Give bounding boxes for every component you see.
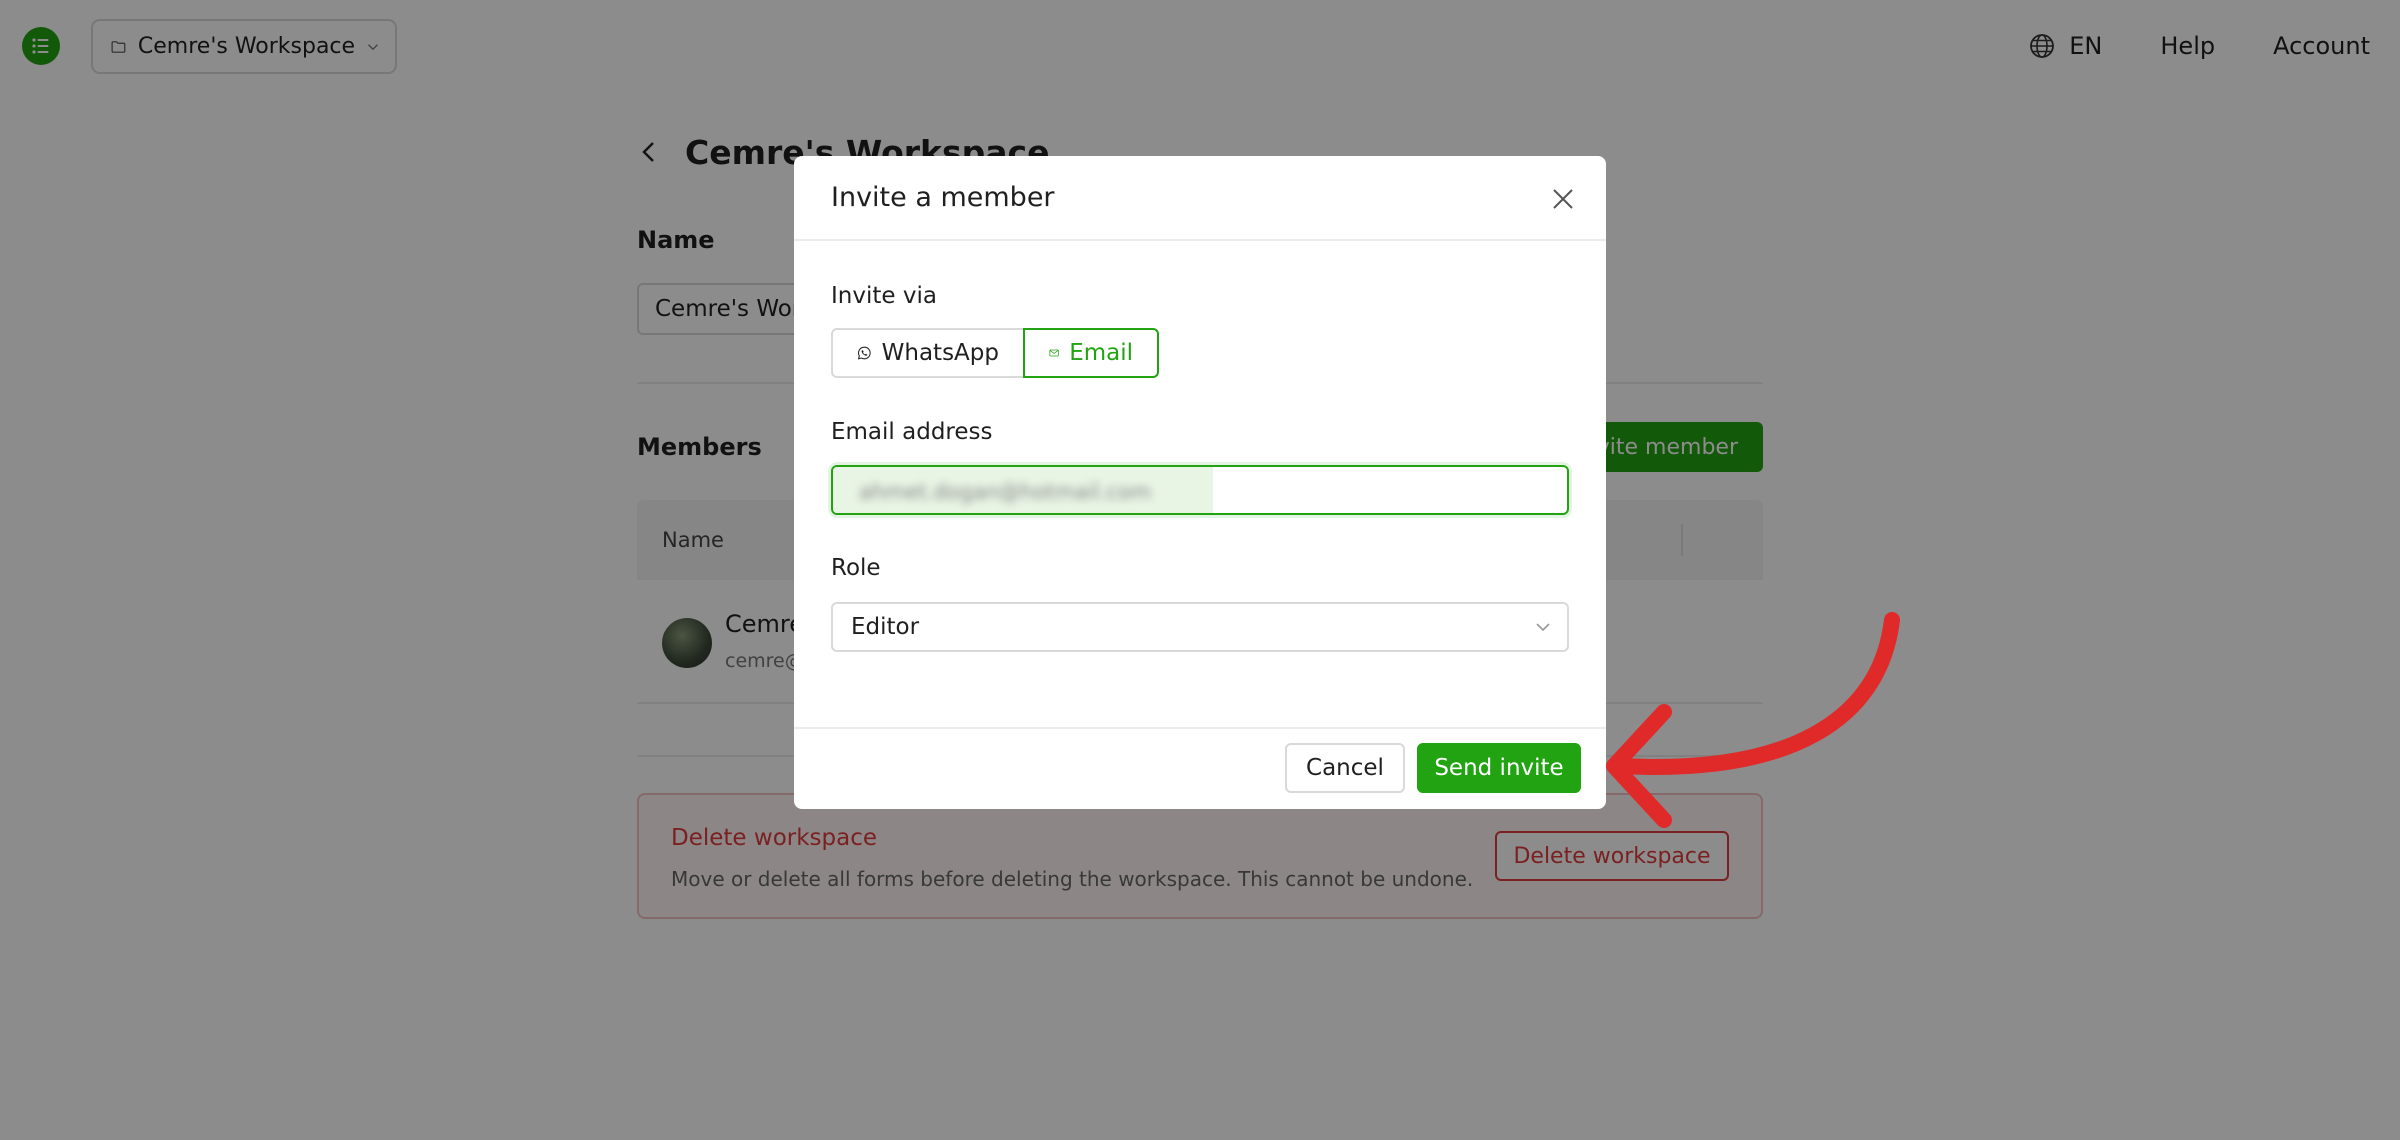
role-select[interactable]: Editor [831, 602, 1569, 652]
role-label: Role [831, 555, 881, 581]
whatsapp-icon [857, 346, 871, 360]
whatsapp-option[interactable]: WhatsApp [831, 328, 1025, 378]
email-field[interactable]: ahmet.dogan@hotmail.com [831, 465, 1569, 515]
mail-icon [1049, 349, 1059, 357]
invite-via-toggle: WhatsApp Email [831, 328, 1159, 378]
email-option-label: Email [1069, 340, 1133, 366]
email-address-label: Email address [831, 419, 993, 445]
cancel-button[interactable]: Cancel [1285, 743, 1405, 793]
cancel-label: Cancel [1306, 755, 1384, 781]
dialog-header: Invite a member [794, 156, 1606, 241]
close-button[interactable] [1548, 184, 1578, 214]
invite-via-label: Invite via [831, 283, 937, 309]
chevron-down-icon [1536, 623, 1550, 632]
send-invite-label: Send invite [1434, 755, 1564, 781]
dialog-footer: Cancel Send invite [794, 727, 1606, 809]
email-option[interactable]: Email [1023, 328, 1159, 378]
close-icon [1553, 189, 1573, 209]
send-invite-button[interactable]: Send invite [1417, 743, 1581, 793]
email-value: ahmet.dogan@hotmail.com [859, 480, 1152, 504]
email-value-redacted: ahmet.dogan@hotmail.com [833, 467, 1213, 513]
annotation-arrow-icon [1606, 612, 1900, 828]
whatsapp-option-label: WhatsApp [881, 340, 999, 366]
dialog-title: Invite a member [831, 182, 1055, 213]
invite-member-dialog: Invite a member Invite via WhatsApp Emai… [794, 156, 1606, 809]
role-select-value: Editor [851, 614, 920, 640]
